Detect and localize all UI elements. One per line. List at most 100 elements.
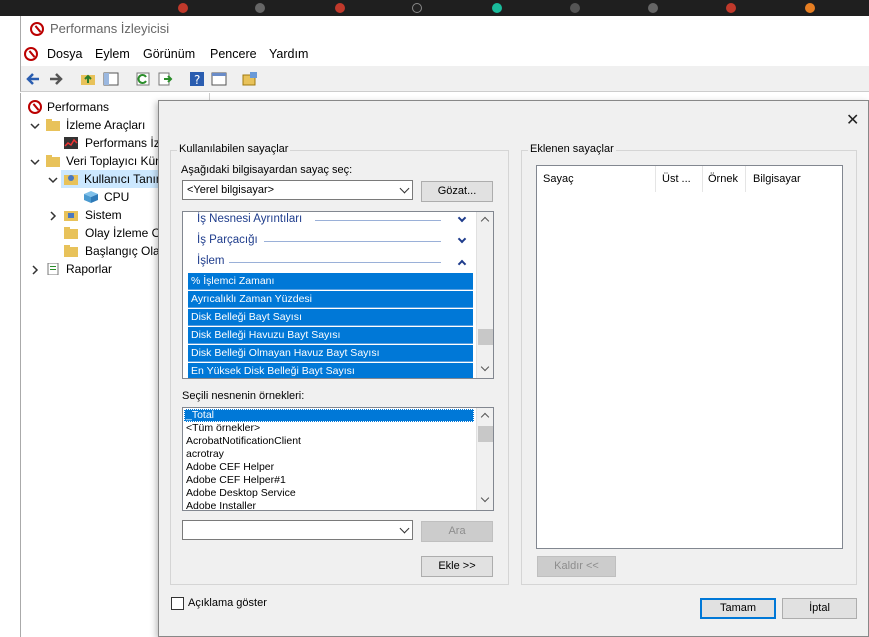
instance-selection-highlight [184,409,474,422]
browse-button[interactable]: Gözat... [421,181,493,202]
instances-label: Seçili nesnenin örnekleri: [182,390,305,402]
show-description-checkbox[interactable] [171,597,184,610]
scroll-up-icon[interactable] [480,216,490,226]
chevron-up-icon[interactable] [457,259,467,269]
tree-node-data-collector-sets[interactable]: Veri Toplayıcı Kün [66,154,162,168]
system-menu-icon[interactable] [24,47,38,61]
added-counters-table[interactable]: Sayaç Üst ... Örnek Bilgisayar [536,165,843,549]
help-icon[interactable]: ? [189,71,205,87]
counter-item[interactable]: En Yüksek Disk Belleği Bayt Sayısı [188,363,473,378]
object-label: İşlem [197,255,225,267]
cpu-collector-icon [84,191,98,203]
counter-list-scrollbar[interactable] [476,212,493,378]
taskbar-strip [0,0,869,16]
scroll-down-icon[interactable] [480,362,490,372]
menu-file[interactable]: Dosya [47,47,82,61]
collapse-chevron-icon[interactable] [30,157,40,167]
tree-node-cpu[interactable]: CPU [104,190,129,204]
search-button[interactable]: Ara [421,521,493,542]
tree-node-system[interactable]: Sistem [85,208,122,222]
taskbar-app-icon[interactable] [412,3,422,13]
chevron-down-icon[interactable] [457,213,467,223]
counter-item[interactable]: Ayrıcalıklı Zaman Yüzdesi [188,291,473,308]
column-header-parent[interactable]: Üst ... [662,173,691,185]
computer-select[interactable]: <Yerel bilgisayar> [182,180,413,200]
counter-item[interactable]: Disk Belleği Havuzu Bayt Sayısı [188,327,473,344]
instances-scrollbar[interactable] [476,408,493,510]
instances-list[interactable]: _Total <Tüm örnekler> AcrobatNotificatio… [182,407,494,511]
taskbar-app-icon[interactable] [648,3,658,13]
scroll-thumb[interactable] [478,426,493,442]
select-computer-label: Aşağıdaki bilgisayardan sayaç seç: [181,164,353,176]
forward-arrow-icon[interactable] [48,71,64,87]
object-label: İş Parçacığı [197,234,258,246]
taskbar-app-icon[interactable] [335,3,345,13]
column-header-computer[interactable]: Bilgisayar [753,173,801,185]
properties-icon[interactable] [211,71,227,87]
back-arrow-icon[interactable] [25,71,41,87]
remove-button[interactable]: Kaldır << [537,556,616,577]
show-hide-tree-icon[interactable] [103,71,119,87]
taskbar-app-icon[interactable] [726,3,736,13]
tree-node-performance-monitor[interactable]: Performans İz [85,136,160,150]
expand-chevron-icon[interactable] [48,211,58,221]
column-header-instance[interactable]: Örnek [708,173,738,185]
added-counters-label: Eklenen sayaçlar [528,143,616,155]
menu-window[interactable]: Pencere [210,47,257,61]
chevron-down-icon[interactable] [457,234,467,244]
menu-action[interactable]: Eylem [95,47,130,61]
refresh-icon[interactable] [135,71,151,87]
instance-item[interactable]: <Tüm örnekler> [186,422,260,434]
taskbar-app-icon[interactable] [178,3,188,13]
collapse-chevron-icon[interactable] [48,175,58,185]
tree-node-user-defined[interactable]: Kullanıcı Tanım [84,172,166,186]
taskbar-app-icon[interactable] [570,3,580,13]
column-header-counter[interactable]: Sayaç [543,173,574,185]
taskbar-app-icon[interactable] [255,3,265,13]
chevron-down-icon [399,183,410,194]
menu-view[interactable]: Görünüm [143,47,195,61]
divider [264,241,441,242]
instance-item[interactable]: _Total [186,409,214,421]
export-list-icon[interactable] [157,71,173,87]
menu-help[interactable]: Yardım [269,47,308,61]
add-button[interactable]: Ekle >> [421,556,493,577]
show-description-label: Açıklama göster [188,597,267,609]
close-icon[interactable]: ✕ [846,110,859,130]
instance-item[interactable]: Adobe Installer [186,500,256,510]
counter-object-list[interactable]: İş Nesnesi Ayrıntıları İş Parçacığı İşle… [182,211,494,379]
new-window-icon[interactable] [242,71,258,87]
collapse-chevron-icon[interactable] [30,121,40,131]
counter-item[interactable]: % İşlemci Zamanı [188,273,473,290]
tree-node-reports[interactable]: Raporlar [66,262,112,276]
object-row-thread[interactable]: İş Parçacığı [187,232,473,253]
instance-item[interactable]: Adobe CEF Helper#1 [186,474,286,486]
perfmon-app-icon [30,22,44,36]
scroll-up-icon[interactable] [480,412,490,422]
object-row-process[interactable]: İşlem [187,253,473,274]
taskbar-app-icon[interactable] [805,3,815,13]
tree-node-monitoring-tools[interactable]: İzleme Araçları [66,118,145,132]
scroll-thumb[interactable] [478,329,493,345]
object-row-job-object-details[interactable]: İş Nesnesi Ayrıntıları [187,212,473,232]
up-folder-icon[interactable] [80,71,96,87]
instance-search-input[interactable] [182,520,413,540]
ok-button[interactable]: Tamam [700,598,776,619]
user-defined-icon [64,175,78,185]
instance-item[interactable]: Adobe Desktop Service [186,487,296,499]
taskbar-app-icon[interactable] [492,3,502,13]
scroll-down-icon[interactable] [480,493,490,503]
expand-chevron-icon[interactable] [30,265,40,275]
folder-icon [46,119,60,131]
add-counters-dialog: ✕ Kullanılabilen sayaçlar Aşağıdaki bilg… [158,100,869,637]
instance-item[interactable]: acrotray [186,448,224,460]
instance-item[interactable]: Adobe CEF Helper [186,461,274,473]
column-separator [702,166,703,192]
tree-node-event-trace-sessions[interactable]: Olay İzleme O [85,226,161,240]
counter-item[interactable]: Disk Belleği Bayt Sayısı [188,309,473,326]
cancel-button[interactable]: İptal [782,598,857,619]
tree-node-performance[interactable]: Performans [47,100,109,114]
tree-node-startup-event-trace[interactable]: Başlangıç Olay [85,244,166,258]
counter-item[interactable]: Disk Belleği Olmayan Havuz Bayt Sayısı [188,345,473,362]
instance-item[interactable]: AcrobatNotificationClient [186,435,301,447]
